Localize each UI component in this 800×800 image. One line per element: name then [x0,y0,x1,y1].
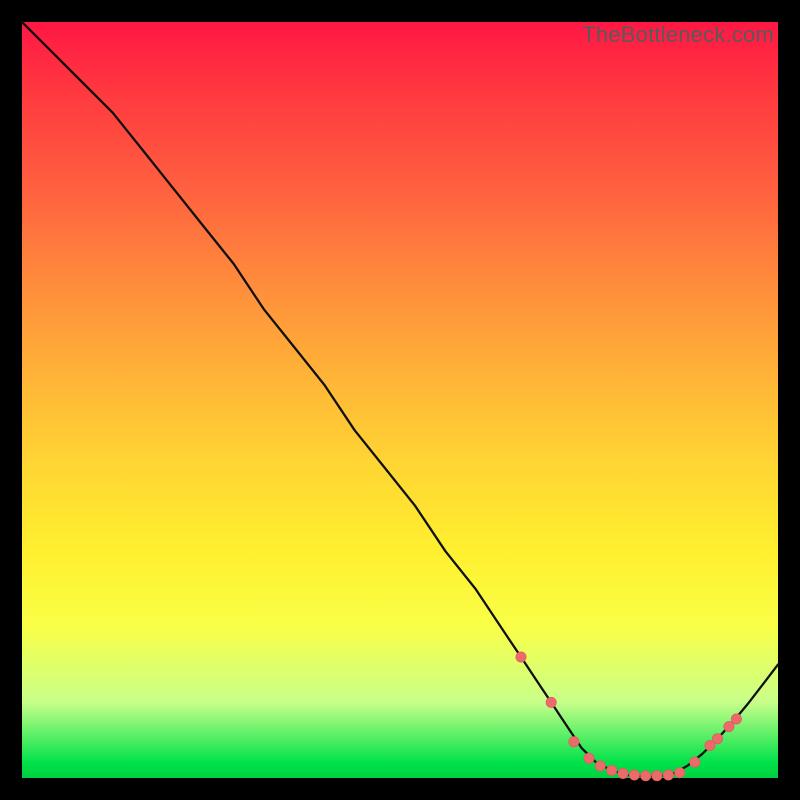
line-chart-svg [22,22,778,778]
marker-dot [731,714,741,724]
marker-dot [675,768,685,778]
marker-dot [516,652,526,662]
marker-dot [546,697,556,707]
plot-area: TheBottleneck.com [22,22,778,778]
marker-group [516,652,742,781]
marker-dot [712,734,722,744]
marker-dot [641,771,651,781]
marker-dot [584,753,594,763]
curve-line [22,22,778,777]
chart-frame: TheBottleneck.com [0,0,800,800]
marker-dot [690,757,700,767]
marker-dot [595,761,605,771]
marker-dot [724,721,734,731]
marker-dot [607,765,617,775]
marker-dot [629,770,639,780]
marker-dot [652,771,662,781]
marker-dot [618,768,628,778]
marker-dot [569,737,579,747]
marker-dot [663,770,673,780]
